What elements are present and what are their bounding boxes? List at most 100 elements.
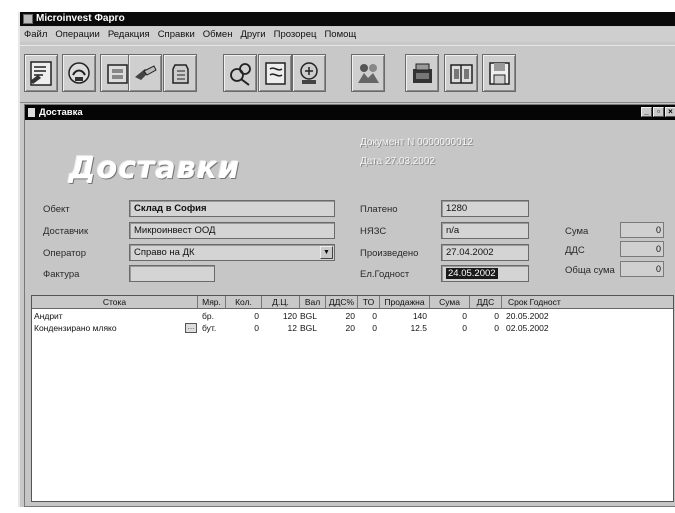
close-icon[interactable]: × [665,107,675,117]
col-header-expiry[interactable]: Срок Годност [502,296,673,309]
col-header-price[interactable]: Д.Ц. [262,296,300,309]
ledger-icon [450,64,473,84]
payment-icon [135,65,157,80]
supplier-label: Доставчик [43,226,89,237]
menu-operations[interactable]: Операции [55,29,99,40]
invoice-field[interactable] [129,265,215,282]
col-header-currency[interactable]: Вал [300,296,326,309]
delivery-window-title: Доставка [39,107,83,118]
document-date: Дата 27.03.2002 [360,156,435,167]
order-icon [265,62,286,85]
produced-field[interactable]: 27.04.2002 [441,244,529,261]
menu-bar: Файл Операции Редакция Справки Обмен Дру… [20,27,675,42]
order-button[interactable] [258,54,292,92]
stock-icon [172,64,189,84]
cell-unit: бут. [202,323,217,333]
refund-icon [107,64,128,84]
cell-currency: BGL [300,323,318,333]
production-button[interactable] [223,54,257,92]
menu-edit[interactable]: Редакция [108,29,150,40]
exit-button[interactable] [482,54,516,92]
cell-unit: бр. [202,311,214,321]
menu-help[interactable]: Помощ [324,29,356,40]
cell-to: 0 [372,311,377,321]
toolbar [20,45,675,103]
col-header-vat-pct[interactable]: ДДС% [326,296,358,309]
delivery-button[interactable] [62,54,96,92]
revision-button[interactable] [292,54,326,92]
cell-vat-pct: 20 [345,323,355,333]
payment-button[interactable] [128,54,162,92]
stock-button[interactable] [163,54,197,92]
produced-label: Произведено [360,248,419,259]
chevron-down-icon[interactable]: ▼ [320,246,333,259]
vat-label: НЯЗС [360,226,387,237]
document-icon [28,108,35,117]
minimize-icon[interactable]: _ [641,107,652,117]
ellipsis-button[interactable]: … [185,323,197,333]
app-title: Microinvest Фарго [36,13,125,24]
cell-vat: 0 [494,311,499,321]
menu-exchange[interactable]: Обмен [203,29,233,40]
page-title: Доставки [69,151,241,186]
document-number: Документ N 0000000012 [360,137,473,148]
invoice-label: Фактура [43,269,80,280]
partners-button[interactable] [351,54,385,92]
cell-to: 0 [372,323,377,333]
table-row[interactable]: Кондензирано мляко … бут. 0 12 BGL 20 0 … [32,322,673,334]
col-header-sum[interactable]: Сума [430,296,470,309]
vat-field[interactable]: n/a [441,222,529,239]
cell-expiry: 20.05.2002 [506,311,549,321]
col-header-sale-price[interactable]: Продажна [380,296,430,309]
app-title-bar: Microinvest Фарго [20,12,675,26]
menu-other[interactable]: Други [240,29,265,40]
cell-currency: BGL [300,311,318,321]
sales-button[interactable] [24,54,58,92]
supplier-field[interactable]: Микроинвест ООД [129,222,335,239]
col-header-to[interactable]: ТО [358,296,380,309]
col-header-vat[interactable]: ДДС [470,296,502,309]
items-grid[interactable]: Стока Мяр. Кол. Д.Ц. Вал ДДС% ТО Продажн… [31,295,674,502]
register-icon [413,63,432,83]
register-button[interactable] [405,54,439,92]
sales-icon [30,61,52,86]
total-label: Обща сума [565,265,615,276]
valid-field[interactable]: 24.05.2002 [441,265,529,282]
valid-value: 24.05.2002 [446,268,498,279]
cell-vat: 0 [494,323,499,333]
col-header-unit[interactable]: Мяр. [198,296,226,309]
partners-icon [358,64,379,83]
table-row[interactable]: Андрит бр. 0 120 BGL 20 0 140 0 0 20.05.… [32,310,673,322]
col-header-qty[interactable]: Кол. [226,296,262,309]
operator-select[interactable]: Справо на ДК ▼ [129,244,335,261]
dds-label: ДДС [565,245,585,256]
cell-item: Андрит [34,311,63,321]
object-label: Обект [43,204,70,215]
restore-icon[interactable]: ▫ [653,107,664,117]
menu-reports[interactable]: Справки [158,29,195,40]
cell-sale-price: 12.5 [410,323,427,333]
object-field[interactable]: Склад в София [129,200,335,217]
menu-file[interactable]: Файл [24,29,47,40]
app-system-icon[interactable] [23,14,33,24]
paid-field[interactable]: 1280 [441,200,529,217]
cell-item: Кондензирано мляко [34,323,117,333]
cell-vat-pct: 20 [345,311,355,321]
window-controls: _ ▫ × [641,107,675,117]
revision-icon [300,62,318,84]
sum-label: Сума [565,226,589,237]
cell-sum: 0 [462,311,467,321]
menu-window[interactable]: Прозорец [274,29,317,40]
grid-header: Стока Мяр. Кол. Д.Ц. Вал ДДС% ТО Продажн… [32,296,673,309]
dds-field: 0 [620,241,664,257]
exit-icon [489,62,510,85]
col-header-item[interactable]: Стока [32,296,198,309]
cell-expiry: 02.05.2002 [506,323,549,333]
paid-label: Платено [360,204,398,215]
operator-label: Оператор [43,248,86,259]
cell-price: 120 [282,311,297,321]
ledger-button[interactable] [444,54,478,92]
delivery-window-title-bar: Доставка _ ▫ × [25,105,675,120]
valid-label: Ел.Годност [360,269,410,280]
sum-field: 0 [620,222,664,238]
